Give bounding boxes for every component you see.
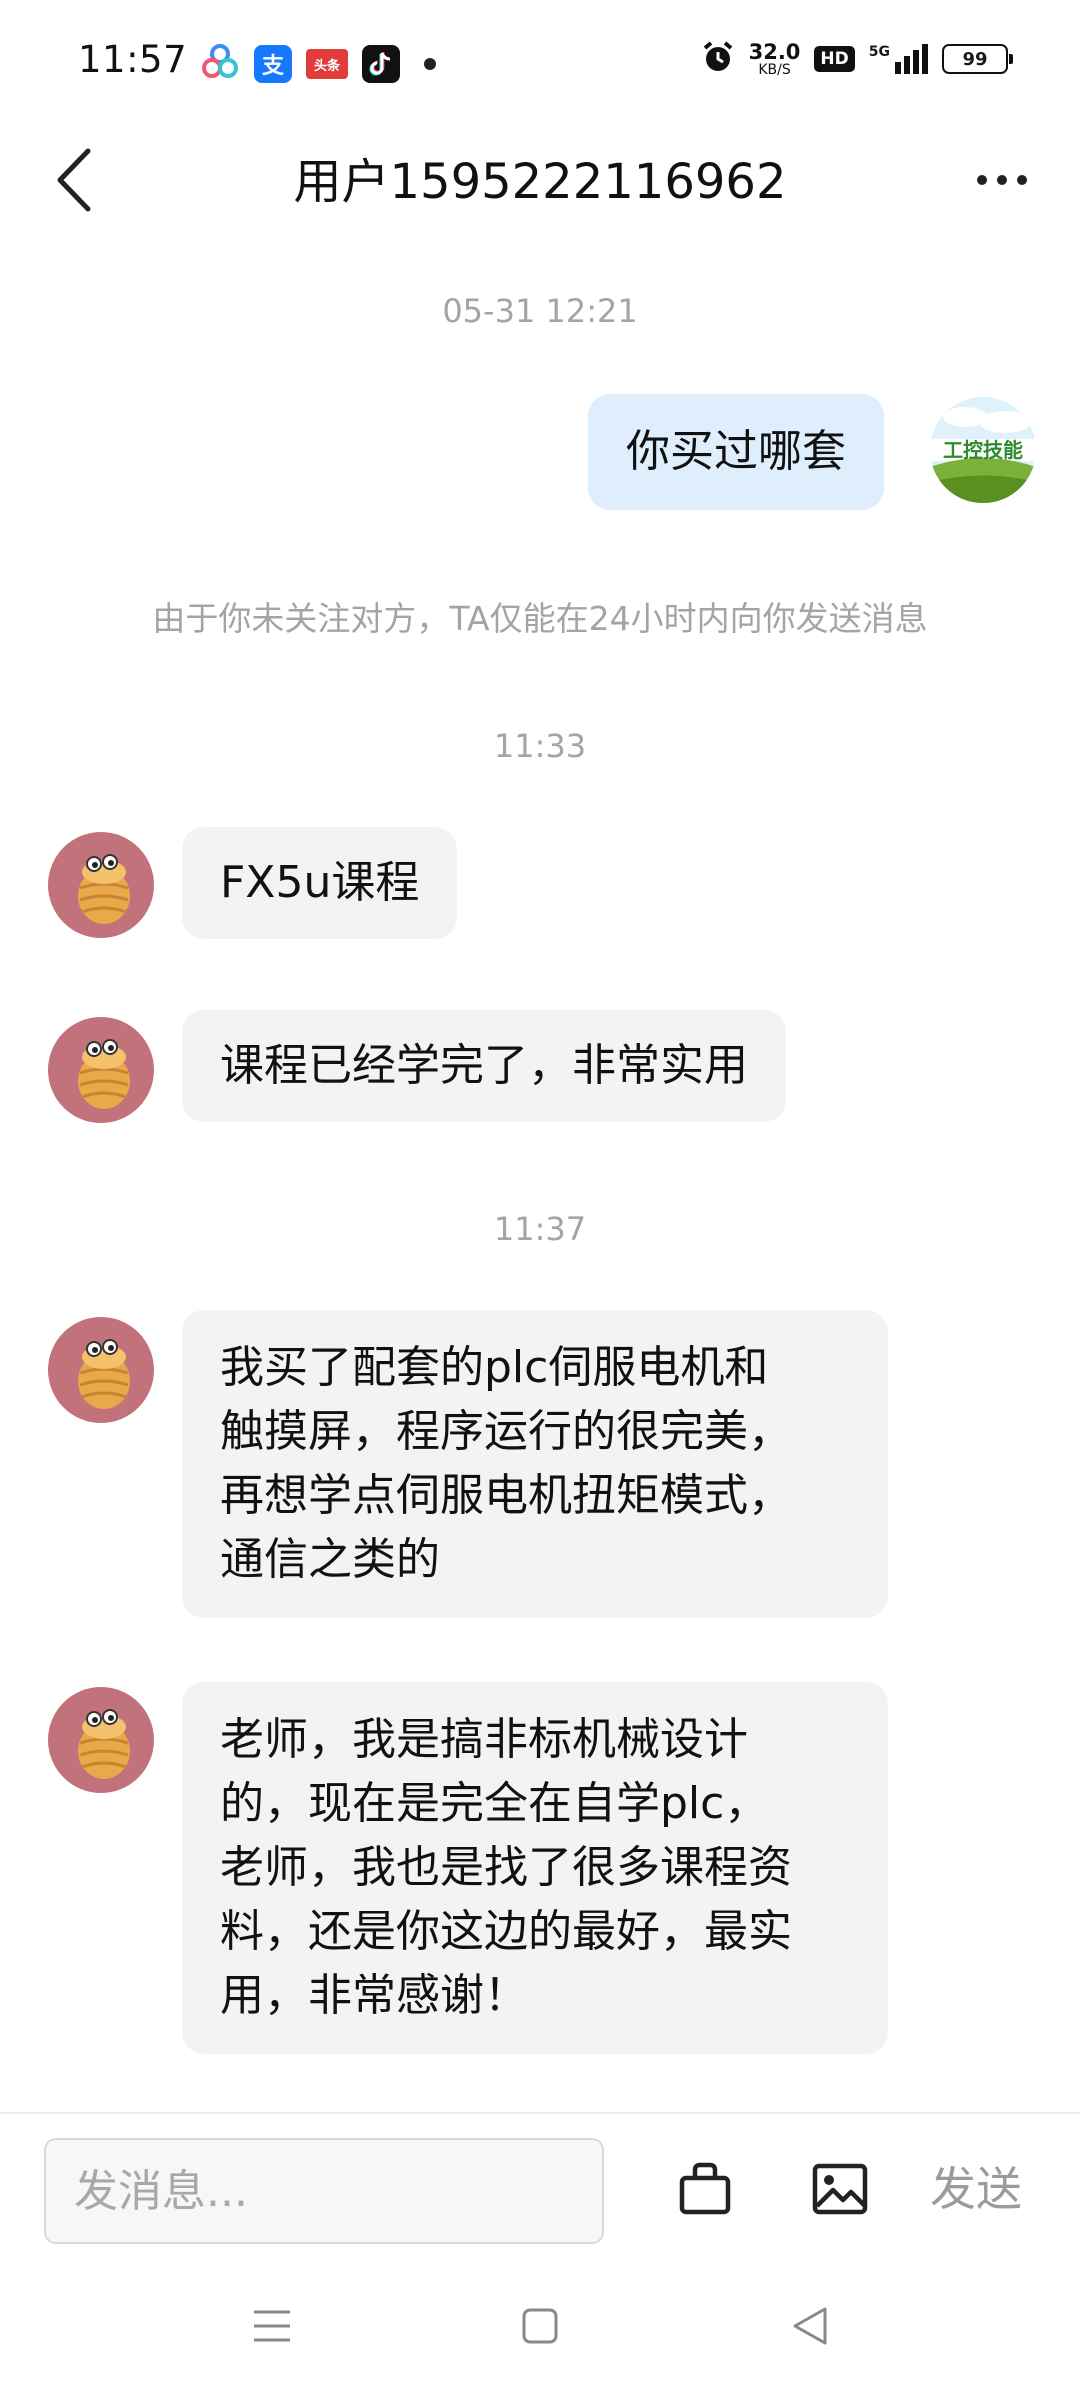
shop-button[interactable] bbox=[670, 2154, 740, 2224]
tiktok-icon bbox=[362, 45, 400, 83]
message-timestamp: 11:37 bbox=[493, 1210, 587, 1248]
avatar-brand-text: 工控技能 bbox=[943, 438, 1023, 462]
more-notifications-dot bbox=[424, 58, 436, 70]
more-options-button[interactable] bbox=[962, 140, 1042, 220]
incoming-message-bubble[interactable]: 老师，我是搞非标机械设计 的，现在是完全在自学plc， 老师，我也是找了很多课程… bbox=[182, 1682, 888, 2054]
alarm-icon bbox=[701, 40, 735, 78]
chat-area[interactable]: 05-31 12:21 你买过哪套 工控技能 由于你未关注对方，TA仅能在24小… bbox=[0, 242, 1080, 2112]
contact-avatar[interactable] bbox=[48, 1017, 154, 1123]
battery-icon: 99 bbox=[942, 44, 1013, 74]
image-icon bbox=[812, 2163, 868, 2215]
menu-nav-button[interactable] bbox=[242, 2296, 302, 2356]
outgoing-message-bubble[interactable]: 你买过哪套 bbox=[588, 394, 884, 510]
more-dot-icon bbox=[1017, 175, 1027, 185]
network-speed: 32.0 KB/S bbox=[748, 39, 801, 78]
incoming-message-bubble[interactable]: 课程已经学完了，非常实用 bbox=[182, 1010, 786, 1122]
menu-icon bbox=[254, 2310, 290, 2342]
status-bar: 11:57 支 头条 32.0 KB/S HD 5G 99 bbox=[0, 0, 1080, 122]
system-icons: 32.0 KB/S HD 5G 99 bbox=[701, 39, 1013, 78]
back-nav-button[interactable] bbox=[780, 2296, 840, 2356]
image-button[interactable] bbox=[805, 2154, 875, 2224]
contact-avatar[interactable] bbox=[48, 832, 154, 938]
shopping-bag-icon bbox=[679, 2162, 731, 2215]
follow-notice: 由于你未关注对方，TA仅能在24小时内向你发送消息 bbox=[152, 599, 928, 638]
status-time: 11:57 bbox=[78, 38, 188, 81]
baidu-netdisk-icon bbox=[200, 42, 240, 86]
alipay-icon: 支 bbox=[254, 45, 292, 83]
back-triangle-icon bbox=[793, 2307, 827, 2345]
more-dot-icon bbox=[977, 175, 987, 185]
chat-header: 用户1595222116962 bbox=[0, 122, 1080, 242]
send-button[interactable]: 发送 bbox=[930, 2154, 1022, 2224]
notification-icons: 支 头条 bbox=[200, 42, 436, 86]
message-input-bar: 发送 bbox=[0, 2112, 1080, 2252]
message-timestamp: 05-31 12:21 bbox=[442, 292, 638, 330]
my-avatar[interactable]: 工控技能 bbox=[930, 397, 1036, 503]
toutiao-icon: 头条 bbox=[306, 49, 348, 79]
message-input[interactable] bbox=[44, 2138, 604, 2244]
incoming-message-bubble[interactable]: 我买了配套的plc伺服电机和 触摸屏，程序运行的很完美， 再想学点伺服电机扭矩模… bbox=[182, 1310, 888, 1618]
signal-icon: 5G bbox=[869, 44, 928, 74]
more-dot-icon bbox=[997, 175, 1007, 185]
page-title: 用户1595222116962 bbox=[293, 154, 787, 210]
contact-avatar[interactable] bbox=[48, 1317, 154, 1423]
home-nav-button[interactable] bbox=[510, 2296, 570, 2356]
hd-badge: HD bbox=[814, 46, 855, 72]
message-timestamp: 11:33 bbox=[493, 727, 587, 765]
home-square-icon bbox=[522, 2308, 558, 2344]
incoming-message-bubble[interactable]: FX5u课程 bbox=[182, 827, 458, 939]
system-nav-bar bbox=[0, 2252, 1080, 2400]
contact-avatar[interactable] bbox=[48, 1687, 154, 1793]
